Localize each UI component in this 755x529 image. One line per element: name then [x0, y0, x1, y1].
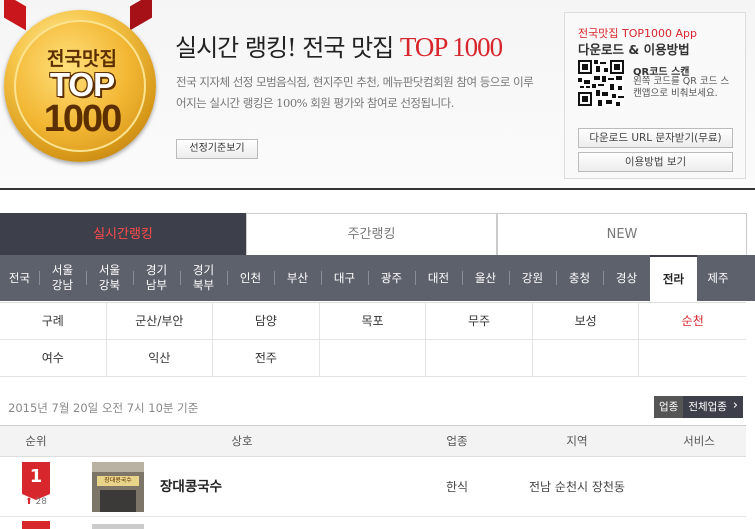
subregion-empty	[532, 340, 640, 377]
all-categories-button[interactable]: 전체업종	[683, 395, 743, 418]
subregion-empty	[639, 340, 746, 377]
tab-new[interactable]: NEW	[497, 213, 747, 255]
subregion-gunsan-buan[interactable]: 군산/부안	[106, 303, 214, 340]
subregion-suncheon[interactable]: 순천	[639, 303, 746, 340]
region-gyeonggi-south[interactable]: 경기 남부	[133, 255, 180, 301]
medal-ribbon-left	[4, 0, 26, 31]
header-name: 상호	[231, 434, 253, 448]
rank-change: ⬆ 28	[22, 497, 50, 507]
restaurant-name-link[interactable]: 장대콩국수	[160, 457, 222, 517]
header-category: 업종	[446, 434, 468, 448]
rank-badge: 1	[22, 462, 50, 500]
table-row[interactable]: 1 ⬆ 28 장대콩국수 장대콩국수 한식 전남 순천시 장천동	[0, 457, 746, 517]
region-gwangju[interactable]: 광주	[368, 255, 415, 301]
subregion-damyang[interactable]: 담양	[213, 303, 320, 340]
subregion-gurye[interactable]: 구례	[0, 303, 107, 340]
tab-realtime-ranking[interactable]: 실시간랭킹	[0, 213, 246, 255]
header-rank: 순위	[25, 434, 47, 448]
page-title: 실시간 랭킹! 전국 맛집 TOP 1000	[175, 28, 503, 63]
ranking-table-header: 순위 상호 업종 지역 서비스	[0, 425, 746, 457]
restaurant-category: 한식	[445, 480, 469, 494]
thumbnail-sign: 장대콩국수	[97, 476, 139, 486]
region-daegu[interactable]: 대구	[321, 255, 368, 301]
region-seoul-gangbuk[interactable]: 서울 강북	[86, 255, 133, 301]
app-box-subtitle: 다운로드 & 이용방법	[578, 42, 690, 57]
criteria-button[interactable]: 선정기준보기	[176, 139, 258, 159]
subregion-yeosu[interactable]: 여수	[0, 340, 107, 377]
rank-badge-partial	[22, 521, 50, 529]
region-chungcheong[interactable]: 충청	[556, 255, 603, 301]
ranking-timestamp: 2015년 7월 20일 오전 7시 10분 기준	[8, 401, 199, 415]
region-nav: 전국 서울 강남 서울 강북 경기 남부 경기 북부 인천 부산 대구 광주 대전 울산…	[0, 255, 755, 301]
table-row-partial	[0, 518, 746, 529]
region-daejeon[interactable]: 대전	[415, 255, 462, 301]
region-seoul-gangnam[interactable]: 서울 강남	[39, 255, 86, 301]
category-filter-label: 업종	[654, 396, 684, 418]
ranking-tabs: 실시간랭킹 주간랭킹 NEW	[0, 213, 755, 255]
qr-code-icon	[578, 60, 624, 106]
rank-up-icon: ⬆	[25, 497, 33, 507]
ranking-description: 전국 지자체 선정 모범음식점, 현지주민 추천, 메뉴판닷컴회원 참여 등으로…	[176, 75, 534, 110]
region-gyeongsang[interactable]: 경상	[603, 255, 650, 301]
region-ulsan[interactable]: 울산	[462, 255, 509, 301]
page-title-accent: TOP 1000	[399, 32, 503, 62]
restaurant-thumbnail-partial	[92, 524, 144, 529]
subregion-boseong[interactable]: 보성	[532, 303, 640, 340]
qr-description: 왼쪽 코드를 QR 코드 스캔앱으로 비춰보세요.	[633, 76, 730, 99]
app-download-box: 전국맛집 TOP1000 App 다운로드 & 이용방법 QR코드 스캔 왼쪽 …	[564, 12, 746, 179]
header-region: 지역	[566, 434, 588, 448]
region-gangwon[interactable]: 강원	[509, 255, 556, 301]
subregion-jeonju[interactable]: 전주	[213, 340, 320, 377]
subregion-empty	[426, 340, 533, 377]
top1000-medal-logo: 전국맛집 TOP 1000	[4, 10, 156, 162]
subregion-muju[interactable]: 무주	[426, 303, 533, 340]
restaurant-thumbnail[interactable]: 장대콩국수	[92, 462, 144, 512]
howto-button[interactable]: 이용방법 보기	[578, 152, 733, 172]
region-busan[interactable]: 부산	[274, 255, 321, 301]
medal-line3: 1000	[43, 98, 123, 140]
region-nationwide[interactable]: 전국	[0, 255, 39, 301]
subregion-iksan[interactable]: 익산	[106, 340, 214, 377]
ranking-header: 전국맛집 TOP 1000 실시간 랭킹! 전국 맛집 TOP 1000 전국 …	[0, 0, 755, 190]
subregion-empty	[319, 340, 427, 377]
rank-change-value: 28	[35, 497, 47, 507]
region-jeolla[interactable]: 전라	[650, 255, 697, 301]
region-gyeonggi-north[interactable]: 경기 북부	[180, 255, 227, 301]
region-jeju[interactable]: 제주	[697, 255, 739, 301]
tab-weekly-ranking[interactable]: 주간랭킹	[246, 213, 497, 255]
sms-download-button[interactable]: 다운로드 URL 문자받기(무료)	[578, 128, 733, 148]
restaurant-region: 전남 순천시 장천동	[529, 480, 625, 494]
medal-ribbon-right	[130, 0, 152, 31]
subregion-grid: 구례 군산/부안 담양 목포 무주 보성 순천 여수 익산 전주	[0, 302, 746, 377]
subregion-mokpo[interactable]: 목포	[319, 303, 427, 340]
region-incheon[interactable]: 인천	[227, 255, 274, 301]
header-service: 서비스	[683, 434, 715, 448]
category-filter: 업종 전체업종	[654, 395, 743, 418]
page-title-main: 실시간 랭킹! 전국 맛집	[175, 34, 394, 62]
